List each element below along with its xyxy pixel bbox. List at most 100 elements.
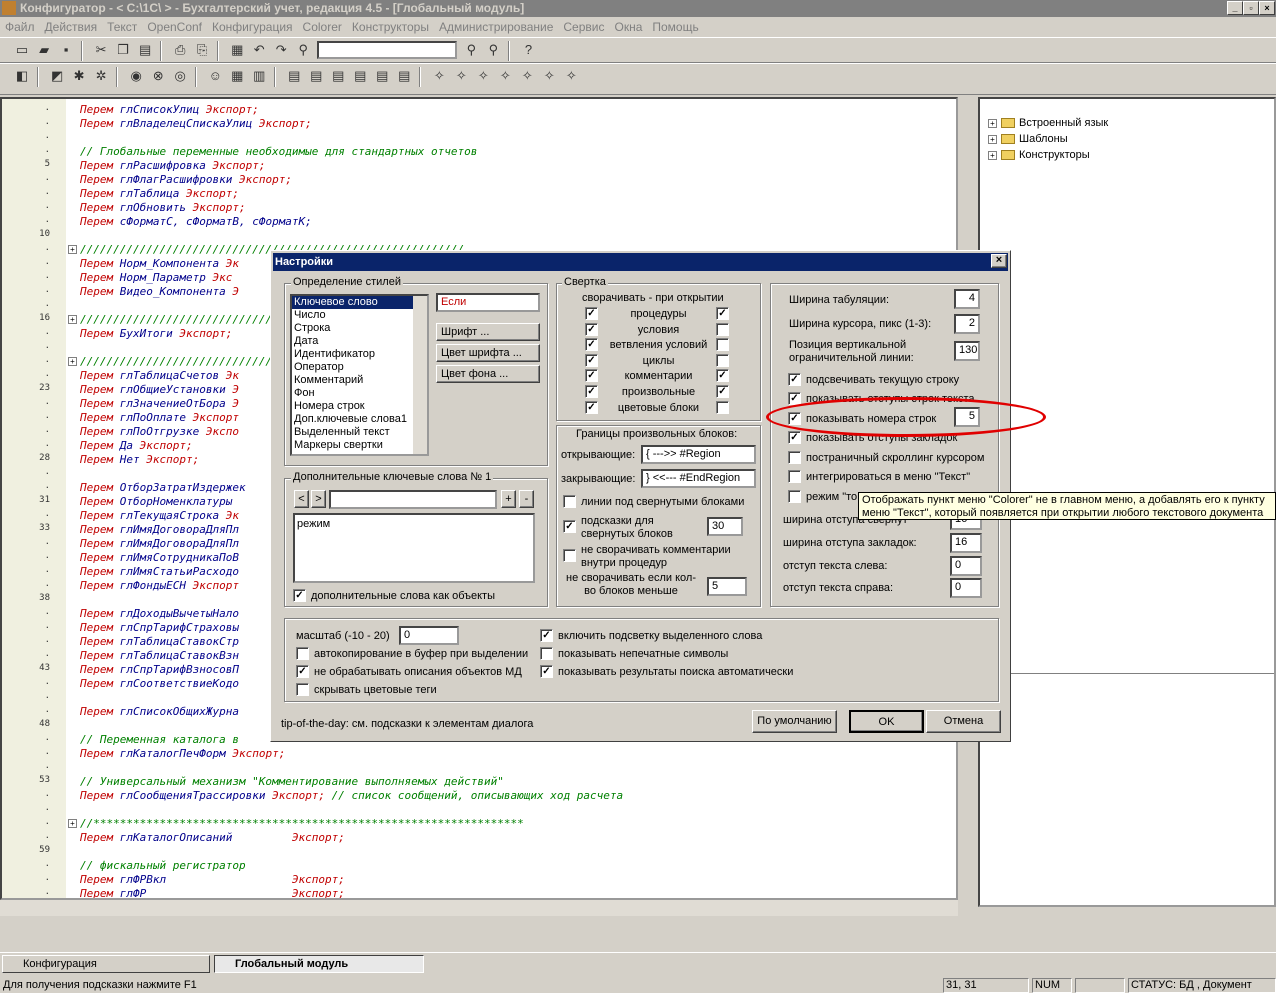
find-prev-icon[interactable]: ⚲: [483, 40, 503, 60]
table-icon[interactable]: ▦: [227, 66, 247, 86]
fold-collapse-checkbox[interactable]: ✓: [716, 307, 729, 320]
bg-color-button[interactable]: Цвет фона ...: [436, 365, 540, 383]
menu-item[interactable]: Окна: [609, 17, 647, 37]
extra-keyword-input[interactable]: [329, 490, 497, 509]
doc3-icon[interactable]: ▤: [328, 66, 348, 86]
cursor-width-input[interactable]: 2: [954, 314, 980, 334]
extra-as-objects-checkbox[interactable]: ✓: [293, 589, 306, 602]
style-list-item[interactable]: Комментарий: [292, 374, 427, 387]
fold-open-checkbox[interactable]: ✓: [585, 353, 598, 367]
module-icon[interactable]: ◩: [47, 66, 67, 86]
lines-under-checkbox[interactable]: [563, 495, 576, 508]
hints-folded-checkbox[interactable]: ✓: [563, 520, 576, 533]
tool2-icon[interactable]: ✧: [451, 66, 471, 86]
menu-item[interactable]: Текст: [102, 17, 142, 37]
user-icon[interactable]: ☺: [205, 66, 225, 86]
no-fold-comments-checkbox[interactable]: [563, 549, 576, 562]
styles-list[interactable]: Ключевое слово Число Строка Дата Идентификат…: [290, 294, 429, 456]
find-next-icon[interactable]: ⚲: [461, 40, 481, 60]
style-list-item[interactable]: Оператор: [292, 361, 427, 374]
fold-collapse-checkbox[interactable]: [716, 322, 729, 336]
config-icon[interactable]: ◧: [12, 66, 32, 86]
task-configuration[interactable]: Конфигурация: [2, 955, 210, 973]
extra-add-button[interactable]: +: [501, 490, 516, 508]
tab-width-input[interactable]: 4: [954, 289, 980, 309]
menu-item[interactable]: Администрирование: [434, 17, 558, 37]
open-icon[interactable]: ▰: [34, 40, 54, 60]
tool6-icon[interactable]: ✧: [539, 66, 559, 86]
search-combo[interactable]: [317, 41, 458, 59]
menu-item[interactable]: Файл: [0, 17, 40, 37]
undo-icon[interactable]: ↶: [249, 40, 269, 60]
doc4-icon[interactable]: ▤: [350, 66, 370, 86]
find-icon[interactable]: ⚲: [293, 40, 313, 60]
cancel-button[interactable]: Отмена: [926, 710, 1001, 733]
paste-icon[interactable]: ▤: [135, 40, 155, 60]
restore-button[interactable]: ▫: [1243, 1, 1259, 15]
save-icon[interactable]: ▪: [56, 40, 76, 60]
display-option-checkbox[interactable]: [788, 490, 801, 503]
fold-collapse-checkbox[interactable]: ✓: [716, 385, 729, 398]
font-color-button[interactable]: Цвет шрифта ...: [436, 344, 540, 362]
minimize-button[interactable]: _: [1227, 1, 1243, 15]
style-list-item[interactable]: Дата: [292, 335, 427, 348]
syntax-icon[interactable]: ✱: [69, 66, 89, 86]
fold-open-checkbox[interactable]: ✓: [585, 322, 598, 336]
style-list-item[interactable]: Фон: [292, 387, 427, 400]
fold-marker-icon[interactable]: +: [68, 245, 77, 254]
ok-button[interactable]: OK: [849, 710, 924, 733]
font-button[interactable]: Шрифт ...: [436, 323, 540, 341]
style-list-item[interactable]: Доп.ключевые слова1: [292, 413, 427, 426]
misc-option-checkbox[interactable]: ✓: [540, 665, 553, 678]
new-icon[interactable]: ▭: [12, 40, 32, 60]
tool4-icon[interactable]: ✧: [495, 66, 515, 86]
debug-icon[interactable]: ✲: [91, 66, 111, 86]
menu-item[interactable]: Конфигурация: [207, 17, 298, 37]
fold-open-checkbox[interactable]: ✓: [585, 307, 598, 320]
open-markers-input[interactable]: { --->> #Region: [641, 445, 756, 464]
stop-icon[interactable]: ⊗: [148, 66, 168, 86]
tool1-icon[interactable]: ✧: [429, 66, 449, 86]
default-button[interactable]: По умолчанию: [752, 710, 837, 733]
style-list-item[interactable]: Идентификатор: [292, 348, 427, 361]
display-option-checkbox[interactable]: [788, 470, 801, 483]
fold-collapse-checkbox[interactable]: ✓: [716, 369, 729, 383]
style-list-item[interactable]: Число: [292, 309, 427, 322]
right-indent-input[interactable]: 0: [950, 578, 982, 598]
vline-input[interactable]: 130: [954, 341, 980, 361]
tree-item[interactable]: + Шаблоны: [988, 133, 1068, 145]
menu-item[interactable]: Конструкторы: [347, 17, 434, 37]
fold-marker-icon[interactable]: +: [68, 357, 77, 366]
fold-open-checkbox[interactable]: ✓: [585, 400, 598, 414]
dialog-close-button[interactable]: ×: [991, 254, 1007, 268]
style-list-item[interactable]: Выделенный текст: [292, 426, 427, 439]
doc2-icon[interactable]: ▤: [306, 66, 326, 86]
fold-open-checkbox[interactable]: ✓: [585, 385, 598, 398]
tool3-icon[interactable]: ✧: [473, 66, 493, 86]
editor-hscroll[interactable]: [0, 900, 958, 916]
bookmark-width-input[interactable]: 16: [950, 533, 982, 553]
doc1-icon[interactable]: ▤: [284, 66, 304, 86]
close-button[interactable]: ×: [1259, 1, 1275, 15]
fold-collapse-checkbox[interactable]: [716, 400, 729, 414]
menu-item[interactable]: Colorer: [298, 17, 347, 37]
step-icon[interactable]: ◎: [170, 66, 190, 86]
display-option-checkbox[interactable]: [788, 451, 801, 464]
tree-item[interactable]: + Встроенный язык: [988, 117, 1108, 129]
left-indent-input[interactable]: 0: [950, 556, 982, 576]
task-global-module[interactable]: Глобальный модуль: [214, 955, 424, 973]
hints-value-input[interactable]: 30: [707, 517, 743, 536]
scale-input[interactable]: 0: [399, 626, 459, 645]
no-fold-value-input[interactable]: 5: [707, 577, 747, 596]
menu-item[interactable]: Сервис: [558, 17, 609, 37]
style-list-item[interactable]: Номера строк: [292, 400, 427, 413]
fold-collapse-checkbox[interactable]: [716, 353, 729, 367]
misc-option-checkbox[interactable]: ✓: [296, 665, 309, 678]
extra-next-button[interactable]: >: [311, 490, 326, 508]
fold-marker-icon[interactable]: +: [68, 819, 77, 828]
expand-icon[interactable]: +: [988, 118, 997, 128]
misc-option-checkbox[interactable]: [540, 647, 553, 660]
expand-icon[interactable]: +: [988, 134, 997, 144]
display-option-checkbox[interactable]: ✓: [788, 431, 801, 444]
redo-icon[interactable]: ↷: [271, 40, 291, 60]
